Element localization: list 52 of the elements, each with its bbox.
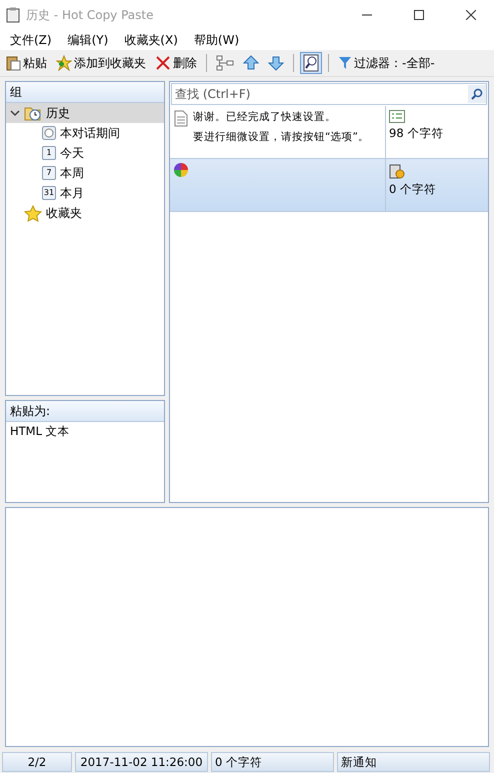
menu-item[interactable]: 编辑(Y) [62,32,114,48]
clip-text: 谢谢。已经完成了快速设置。 [193,110,337,124]
menu-item[interactable]: 文件(Z) [4,32,58,48]
search-box[interactable]: 查找 (Ctrl+F) [171,83,487,105]
tree-item[interactable]: 本对话期间 [6,123,164,143]
clip-row[interactable]: 0 个字符 [170,159,488,212]
search-icon [303,54,319,72]
calendar-icon: 1 [42,146,56,160]
filter-button[interactable]: 过滤器：-全部- [335,52,438,74]
search-button[interactable] [300,52,322,74]
char-count: 0 个字符 [389,182,437,197]
tree-icon [216,55,234,71]
down-arrow-icon [268,55,284,71]
panel-header: 组 [6,82,164,103]
search-button[interactable] [468,85,486,103]
maximize-icon [414,10,424,20]
color-wheel-icon [174,163,188,177]
paste-button[interactable]: 粘贴 [2,52,50,74]
panel-header: 粘贴为: [6,401,164,422]
clock-icon [42,126,56,140]
status-field: 新通知 [337,752,490,772]
tree-item[interactable]: 收藏夹 [6,203,164,223]
paste-format: HTML 文本 [9,423,71,440]
filter-icon [338,56,352,70]
calendar-icon: 31 [42,186,56,200]
status-field: 2017-11-02 11:26:00 [75,752,208,772]
list-icon [389,110,405,123]
char-count: 98 个字符 [389,126,444,141]
status-field: 0 个字符 [211,752,334,772]
favorite-button[interactable]: 添加到收藏夹 [53,52,149,74]
star-icon [24,204,42,222]
tree-item[interactable]: 1 今天 [6,143,164,163]
clip-text: 要进行细微设置，请按按钮“选项”。 [193,130,369,144]
star-plus-icon [56,55,72,71]
tree-item[interactable]: 31 本月 [6,183,164,203]
menu-item[interactable]: 收藏夹(X) [118,32,184,48]
tree-item[interactable]: 7 本周 [6,163,164,183]
delete-icon [155,55,171,71]
status-field: 2/2 [2,752,72,772]
window-title: 历史 - Hot Copy Paste [26,6,154,24]
expand-icon[interactable] [10,108,20,118]
folder-clock-icon [24,105,42,121]
tree-item[interactable]: 历史 [6,103,164,123]
calendar-icon: 7 [42,166,56,180]
app-icon [6,7,20,23]
close-icon [466,10,476,20]
clipboard-gear-icon [389,163,405,179]
delete-button[interactable]: 删除 [152,52,200,74]
menu-item[interactable]: 帮助(W) [188,32,246,48]
document-icon [174,110,188,127]
clipboard-icon [5,55,21,71]
up-arrow-icon [243,55,259,71]
